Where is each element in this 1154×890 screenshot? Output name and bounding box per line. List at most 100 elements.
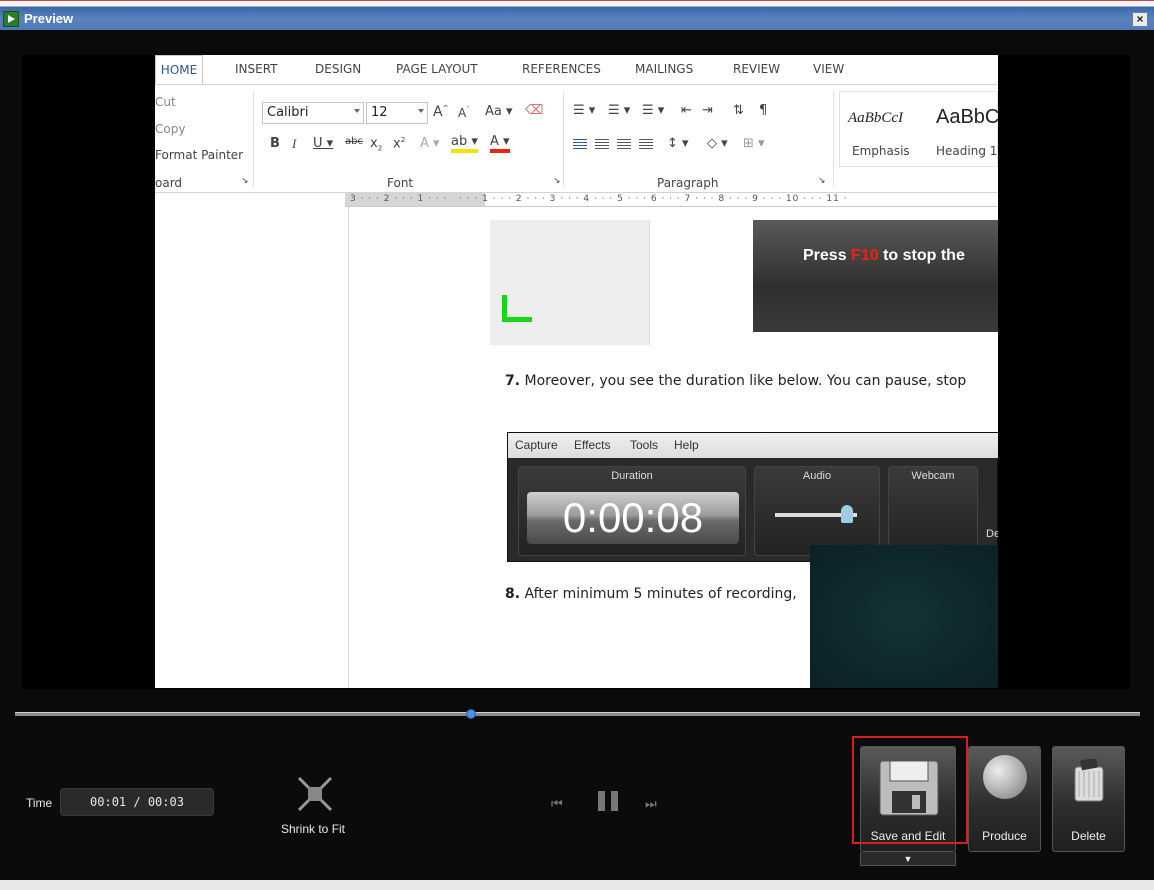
save-options-dropdown[interactable]: ▼ bbox=[860, 852, 956, 866]
step-number: 7. bbox=[505, 373, 521, 389]
trash-bin-icon bbox=[1074, 759, 1104, 802]
highlight-box bbox=[852, 736, 968, 844]
align-right-icon bbox=[617, 139, 631, 151]
increase-indent-icon: ⇥ bbox=[702, 103, 713, 118]
superscript-icon: x2 bbox=[393, 136, 406, 152]
tab-mailings: MAILINGS bbox=[635, 62, 694, 76]
sort-icon: ⇅ bbox=[733, 103, 744, 118]
window-title: Preview bbox=[24, 11, 74, 26]
heading1-style-sample: AaBbC bbox=[936, 106, 998, 128]
shrink-to-fit-label[interactable]: Shrink to Fit bbox=[281, 822, 345, 836]
divider bbox=[253, 91, 254, 187]
emphasis-style-label: Emphasis bbox=[852, 144, 910, 158]
audio-label: Audio bbox=[802, 470, 832, 482]
recorder-screenshot: Capture Effects Tools Help Duration 0:00… bbox=[507, 432, 998, 562]
time-display: 00:01 / 00:03 bbox=[60, 788, 214, 816]
captured-document: HOME INSERT DESIGN PAGE LAYOUT REFERENCE… bbox=[155, 55, 998, 688]
recording-corner-marker bbox=[502, 295, 532, 322]
tab-insert: INSERT bbox=[235, 62, 278, 76]
numbering-icon: ☰ ▾ bbox=[608, 103, 631, 118]
next-button[interactable]: ⏭ bbox=[645, 796, 657, 812]
pause-icon bbox=[611, 791, 618, 811]
film-reel-icon bbox=[983, 755, 1027, 799]
ribbon-tabs: HOME INSERT DESIGN PAGE LAYOUT REFERENCE… bbox=[155, 55, 998, 85]
font-name-value: Calibri bbox=[267, 105, 309, 120]
format-painter-label: Format Painter bbox=[155, 148, 244, 162]
subscript-icon: x2 bbox=[370, 136, 383, 153]
seek-handle[interactable] bbox=[466, 709, 476, 719]
shrink-icon bbox=[297, 776, 333, 812]
change-case-label: Aa bbox=[485, 104, 502, 119]
close-button[interactable]: × bbox=[1132, 12, 1148, 27]
step-8-text: 8. After minimum 5 minutes of recording, bbox=[505, 586, 797, 602]
menu-capture: Capture bbox=[515, 438, 558, 452]
banner-key: F10 bbox=[851, 247, 879, 264]
recorder-menubar: Capture Effects Tools Help bbox=[508, 433, 998, 458]
produce-label: Produce bbox=[982, 829, 1027, 843]
step-number: 8. bbox=[505, 586, 521, 602]
paragraph-mark-icon: ¶ bbox=[759, 103, 768, 118]
previous-button[interactable]: ⏮ bbox=[551, 796, 563, 812]
banner-press: Press bbox=[803, 247, 852, 264]
menu-help: Help bbox=[674, 438, 699, 452]
tab-home: HOME bbox=[155, 55, 203, 85]
copy-label: Copy bbox=[155, 122, 186, 136]
font-group-label: Font bbox=[387, 176, 414, 190]
styles-gallery: AaBbCcI AaBbC Emphasis Heading 1 bbox=[839, 91, 998, 167]
menu-effects: Effects bbox=[574, 438, 611, 452]
title-bar: Preview × bbox=[0, 0, 1154, 30]
banner-text: Press F10 to stop the bbox=[803, 247, 965, 265]
delete-button[interactable]: Delete bbox=[1052, 746, 1125, 852]
webcam-label: Webcam bbox=[911, 470, 955, 482]
webcam-overlay bbox=[810, 545, 998, 688]
screenshot-figure bbox=[490, 220, 650, 345]
font-name-field: Calibri bbox=[262, 102, 364, 124]
cut-label: Cut bbox=[155, 95, 176, 109]
clipboard-group-label: oard bbox=[155, 176, 183, 190]
change-case-icon: Aa ▾ bbox=[485, 104, 513, 119]
seek-bar[interactable] bbox=[15, 712, 1140, 716]
tab-review: REVIEW bbox=[733, 62, 781, 76]
duration-panel: Duration 0:00:08 bbox=[518, 466, 746, 556]
time-label: Time bbox=[26, 796, 53, 810]
clear-formatting-icon: ⌫ bbox=[525, 103, 544, 118]
shading-icon: ◇ ▾ bbox=[707, 136, 728, 151]
step-text: After minimum 5 minutes of recording, bbox=[520, 586, 797, 602]
dialog-launcher-icon: ↘ bbox=[241, 176, 249, 186]
decrease-indent-icon: ⇤ bbox=[681, 103, 692, 118]
font-size-value: 12 bbox=[371, 105, 388, 120]
paragraph-group-label: Paragraph bbox=[657, 176, 719, 190]
preview-window: Preview × HOME INSERT DESIGN PAGE LAYOUT… bbox=[0, 0, 1154, 890]
tab-references: REFERENCES bbox=[522, 62, 601, 76]
audio-slider-thumb bbox=[841, 505, 853, 523]
align-center-icon bbox=[595, 139, 609, 151]
produce-button[interactable]: Produce bbox=[968, 746, 1041, 852]
pause-icon bbox=[598, 791, 605, 811]
ruler: 3 · · · 2 · · · 1 · · · · · · 1 · · · 2 … bbox=[345, 193, 998, 207]
shrink-to-fit-button[interactable] bbox=[297, 776, 333, 812]
duration-label: Duration bbox=[611, 470, 653, 482]
justify-icon bbox=[639, 139, 653, 151]
duration-timer: 0:00:08 bbox=[527, 492, 739, 544]
font-size-field: 12 bbox=[366, 102, 428, 124]
page-margin-area bbox=[155, 207, 349, 688]
grow-font-icon: A^ bbox=[433, 104, 449, 120]
emphasis-style-sample: AaBbCcI bbox=[848, 110, 903, 126]
bullets-icon: ☰ ▾ bbox=[573, 103, 596, 118]
chevron-down-icon bbox=[354, 109, 360, 113]
ribbon: Cut Copy Format Painter oard ↘ Calibri 1… bbox=[155, 84, 998, 193]
audio-panel: Audio bbox=[754, 466, 880, 556]
divider bbox=[833, 91, 834, 187]
align-left-icon bbox=[573, 139, 587, 151]
pause-button[interactable] bbox=[598, 791, 620, 811]
app-icon bbox=[3, 11, 19, 27]
text-effects-icon: A ▾ bbox=[420, 136, 440, 151]
multilevel-list-icon: ☰ ▾ bbox=[642, 103, 665, 118]
bold-icon: B bbox=[270, 136, 280, 151]
highlight-icon: ab ▾ bbox=[451, 134, 478, 153]
tab-design: DESIGN bbox=[315, 62, 362, 76]
stop-banner: Press F10 to stop the bbox=[753, 220, 998, 332]
dialog-launcher-icon: ↘ bbox=[818, 176, 826, 186]
webcam-panel: Webcam bbox=[888, 466, 978, 556]
device-label: De bbox=[986, 528, 998, 540]
